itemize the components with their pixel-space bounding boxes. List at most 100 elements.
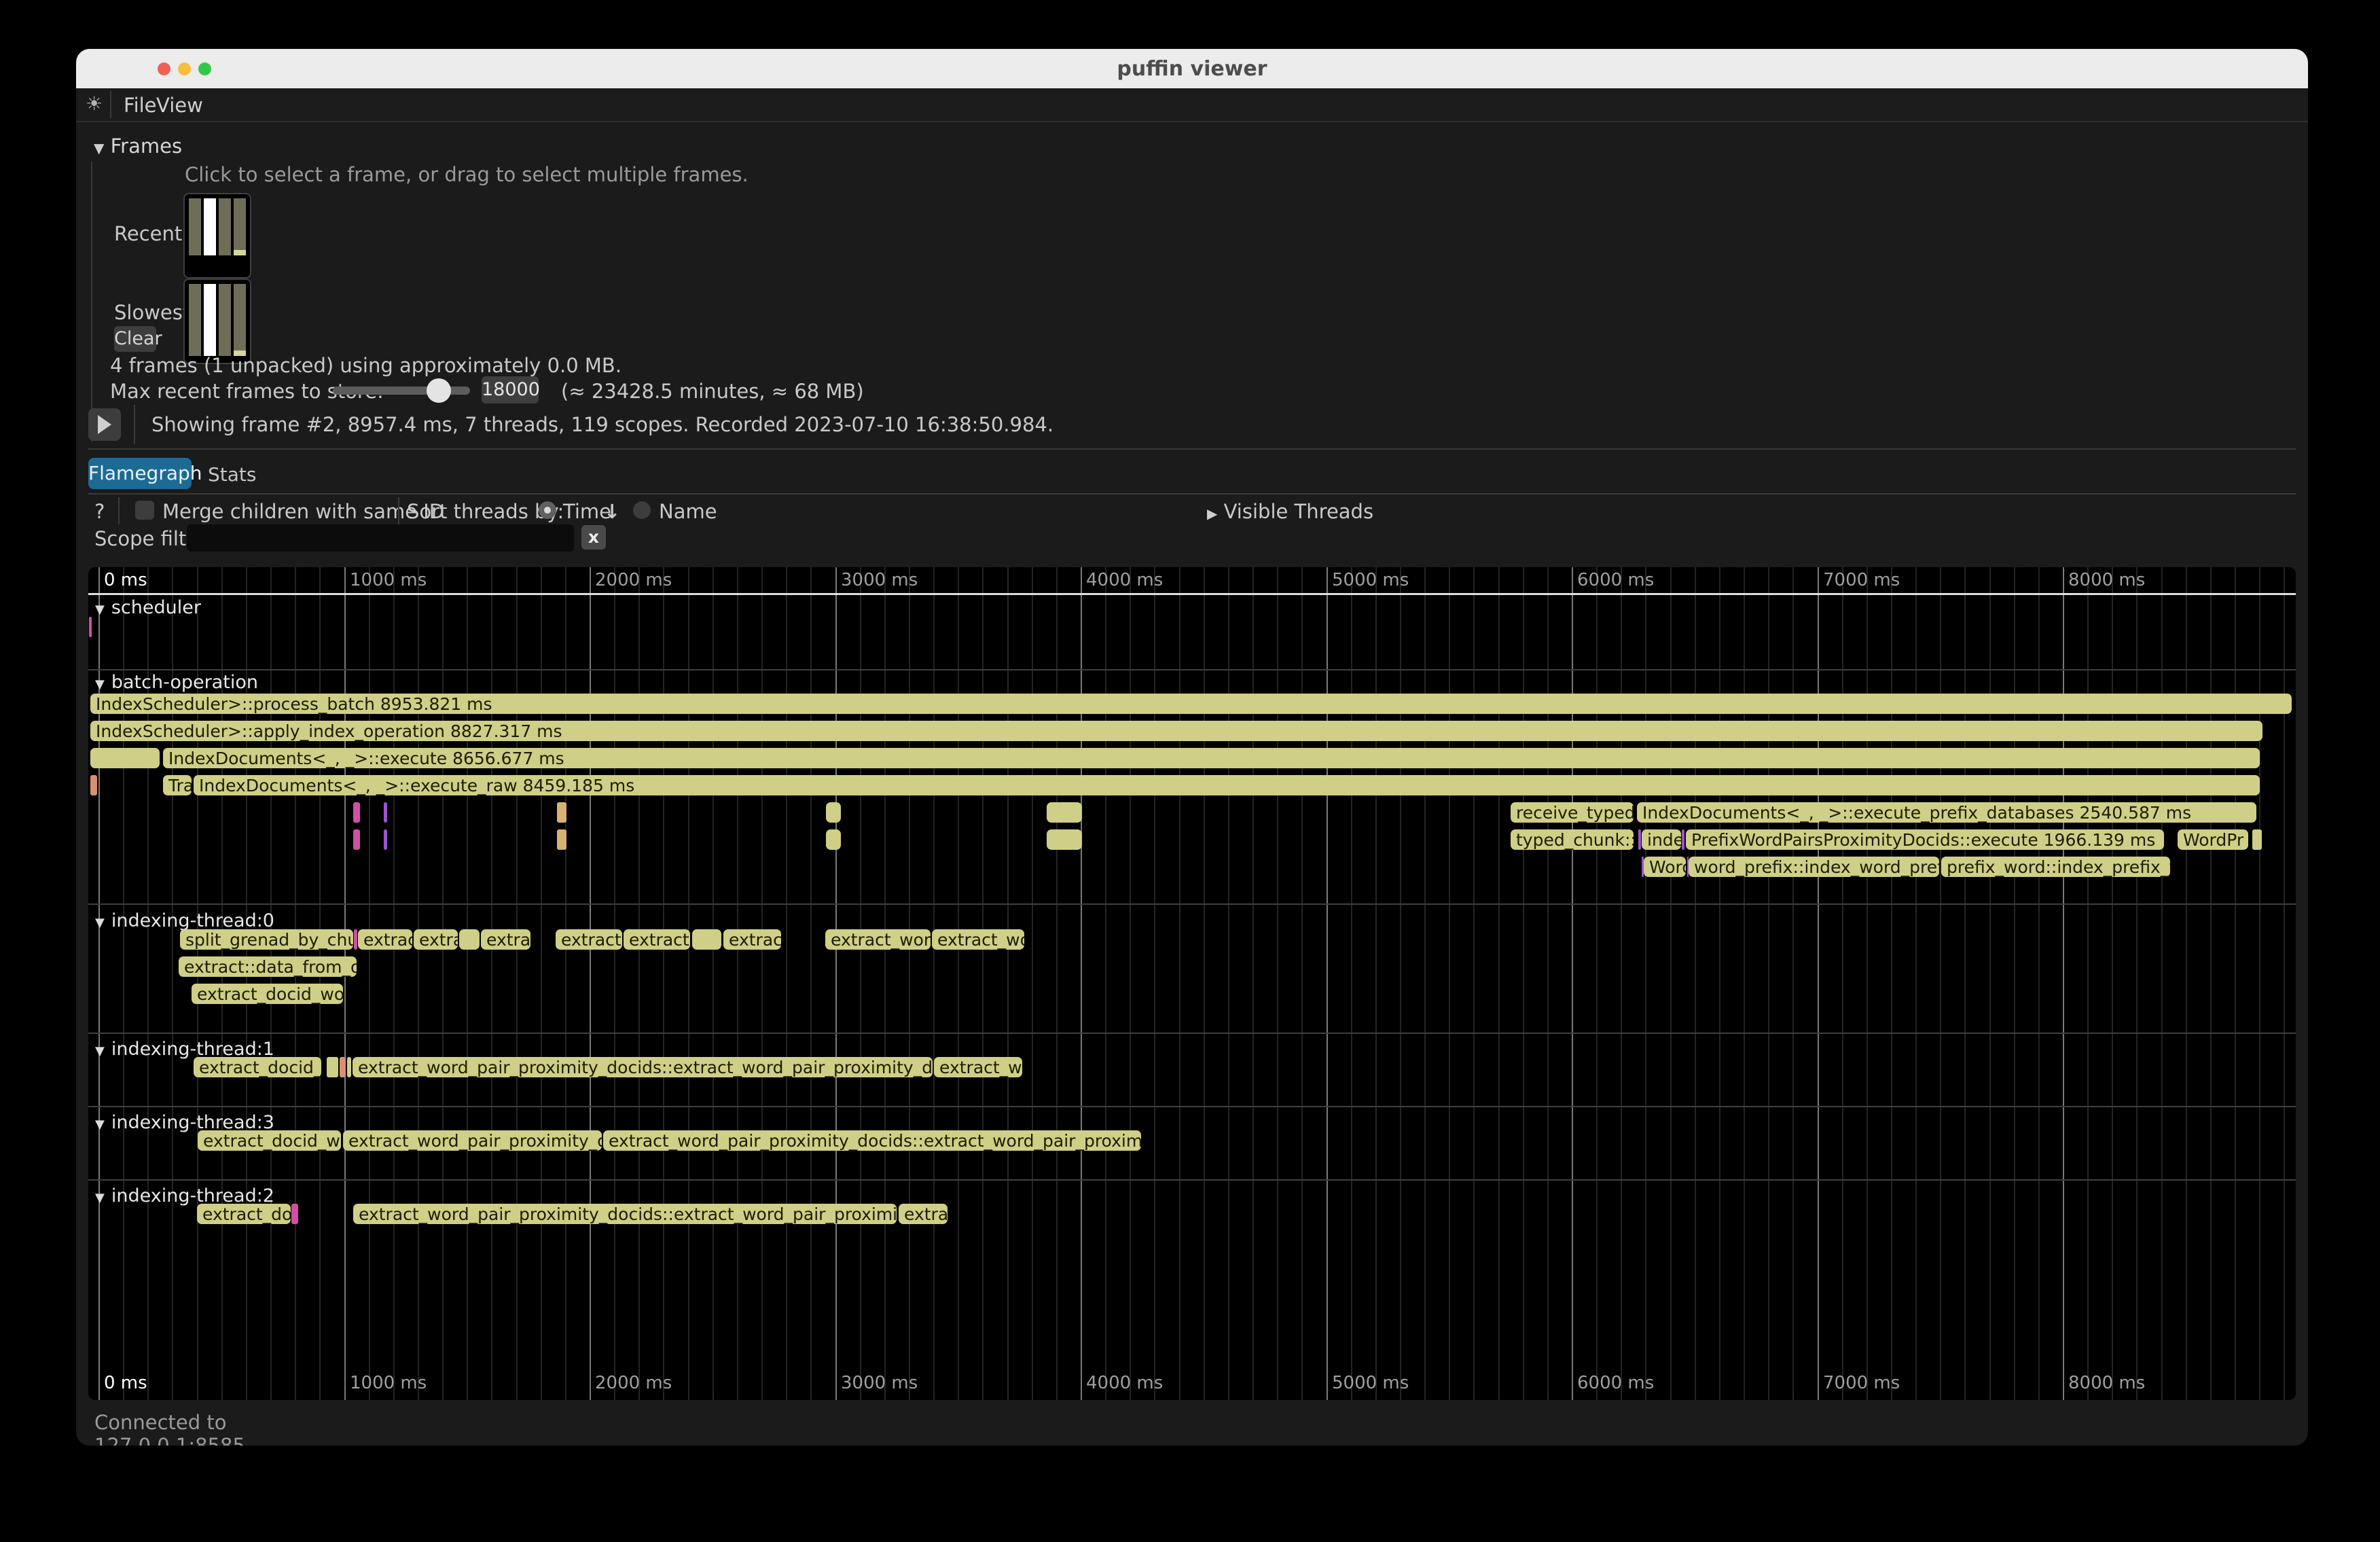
frame-thumb-bar[interactable] <box>204 284 216 356</box>
marker-bar[interactable] <box>384 802 387 823</box>
scope-bar[interactable]: extract_ <box>624 929 690 950</box>
max-frames-value[interactable]: 18000 <box>482 376 539 404</box>
scope-bar[interactable]: receive_typed_ <box>1511 802 1634 823</box>
scope-bar[interactable] <box>90 748 160 768</box>
thread-header[interactable]: ▼scheduler <box>95 597 201 618</box>
scope-bar[interactable]: WordPr <box>2178 829 2248 850</box>
scope-bar[interactable]: extrac <box>899 1204 948 1224</box>
scope-bar[interactable]: extract_wo <box>932 929 1024 950</box>
frame-thumb-bar[interactable] <box>204 198 216 255</box>
axis-label: 8000 ms <box>2068 1373 2145 1393</box>
clear-button[interactable]: Clear <box>114 326 156 352</box>
scope-bar[interactable]: extract_word_pair_proximity_docids <box>343 1130 602 1151</box>
menu-file[interactable]: File <box>124 94 157 117</box>
recent-frames-thumbnail[interactable] <box>183 193 251 279</box>
tab-stats[interactable]: Stats <box>208 463 256 486</box>
scope-bar[interactable]: extract <box>358 929 412 950</box>
scope-bar[interactable]: IndexScheduler>::apply_index_operation 8… <box>90 721 2262 741</box>
scope-bar[interactable] <box>826 829 841 850</box>
scope-bar[interactable]: extract_word_pair_proximity_docids::extr… <box>603 1130 1141 1151</box>
scope-bar[interactable]: extract_wo <box>934 1057 1022 1077</box>
grid-line-minor <box>1670 567 1672 1400</box>
scope-bar[interactable] <box>2252 829 2262 850</box>
scope-bar[interactable]: extract_doc <box>197 1204 291 1224</box>
scope-bar[interactable]: extract_docid_word <box>192 984 343 1004</box>
scope-bar[interactable]: extrac <box>481 929 530 950</box>
sun-icon[interactable]: ☀ <box>86 92 103 115</box>
scope-bar[interactable]: extra <box>414 929 458 950</box>
frame-thumb-bar[interactable] <box>189 284 201 356</box>
marker-bar[interactable] <box>557 829 566 850</box>
scope-bar[interactable] <box>1047 802 1082 823</box>
marker-bar[interactable] <box>353 829 360 850</box>
frame-thumb-bar[interactable] <box>189 198 201 255</box>
scope-bar[interactable] <box>459 929 480 950</box>
grid-line-minor <box>2259 567 2260 1400</box>
marker-bar[interactable] <box>557 802 566 823</box>
grid-line-minor <box>2235 567 2236 1400</box>
scope-bar[interactable]: split_grenad_by_chun <box>180 929 353 950</box>
frame-thumb-bar[interactable] <box>234 198 246 255</box>
scope-bar[interactable] <box>826 802 841 823</box>
flamegraph-panel[interactable]: 0 ms0 ms1000 ms1000 ms2000 ms2000 ms3000… <box>88 567 2296 1400</box>
frame-thumb-bar[interactable] <box>234 284 246 356</box>
help-button[interactable]: ? <box>94 500 105 523</box>
scope-bar[interactable]: extract_docid_word <box>194 1057 321 1077</box>
marker-bar[interactable] <box>90 775 97 795</box>
scope-filter-input[interactable] <box>187 524 574 552</box>
scope-bar[interactable] <box>347 1057 351 1077</box>
scope-bar[interactable]: word_prefix::index_word_prefix_ <box>1689 857 1939 877</box>
play-button[interactable] <box>88 408 121 441</box>
frame-thumb-bar[interactable] <box>219 198 231 255</box>
scope-bar[interactable] <box>692 929 721 950</box>
axis-label: 7000 ms <box>1823 570 1900 590</box>
scope-bar[interactable]: IndexScheduler>::process_batch 8953.821 … <box>90 694 2292 714</box>
axis-label: 0 ms <box>104 1373 147 1393</box>
grid-line-minor <box>1867 567 1868 1400</box>
scope-bar[interactable]: IndexDocuments<_, _>::execute_raw 8459.1… <box>194 775 2260 795</box>
frame-thumb-bar[interactable] <box>219 284 231 356</box>
scope-bar[interactable]: Trans <box>163 775 192 795</box>
marker-bar[interactable] <box>340 1057 346 1077</box>
slider-knob[interactable] <box>427 378 451 403</box>
scope-bar[interactable]: IndexDocuments<_, _>::execute 8656.677 m… <box>163 748 2260 768</box>
scope-bar[interactable] <box>1047 829 1082 850</box>
grid-line-minor <box>1744 567 1745 1400</box>
scope-bar[interactable]: extract_docid_word <box>198 1130 341 1151</box>
thread-header[interactable]: ▼batch-operation <box>95 672 258 693</box>
scope-bar[interactable]: typed_chunk::w <box>1511 829 1634 850</box>
sort-by-time-radio[interactable] <box>539 501 556 519</box>
marker-bar[interactable] <box>353 802 360 823</box>
marker-bar[interactable] <box>291 1204 298 1224</box>
merge-children-checkbox[interactable] <box>135 501 154 520</box>
scope-bar[interactable] <box>327 1057 338 1077</box>
tab-flamegraph[interactable]: Flamegraph <box>88 458 192 489</box>
clear-filter-button[interactable]: x <box>581 525 606 550</box>
marker-bar[interactable] <box>384 829 387 850</box>
slowest-frames-thumbnail[interactable] <box>183 279 251 364</box>
scope-bar[interactable]: extract <box>723 929 781 950</box>
sort-by-name-radio[interactable] <box>633 501 651 519</box>
indent-line <box>91 162 92 442</box>
scope-bar[interactable]: extract_ <box>556 929 622 950</box>
frames-collapse-header[interactable]: ▼ Frames <box>94 135 182 158</box>
menu-view[interactable]: View <box>156 94 203 117</box>
scope-bar[interactable]: extract::data_from_ob <box>179 956 357 977</box>
scope-bar[interactable]: prefix_word::index_prefix_wo <box>1941 857 2170 877</box>
scope-bar[interactable]: extract_word_pair_proximity_docids::extr… <box>353 1204 897 1224</box>
scope-bar[interactable]: Word <box>1644 857 1686 877</box>
grid-line-minor <box>1792 567 1794 1400</box>
chevron-right-icon: ▶ <box>1207 505 1217 522</box>
marker-bar[interactable] <box>89 617 92 637</box>
scope-bar[interactable]: extract_word <box>825 929 931 950</box>
scope-bar[interactable]: index <box>1642 829 1681 850</box>
chevron-down-icon: ▼ <box>95 916 105 930</box>
scope-bar[interactable]: extract_word_pair_proximity_docids::extr… <box>353 1057 933 1077</box>
visible-threads-collapse-header[interactable]: ▶ Visible Threads <box>1207 500 1373 523</box>
scope-bar[interactable]: IndexDocuments<_, _>::execute_prefix_dat… <box>1637 802 2256 823</box>
marker-bar[interactable] <box>1638 829 1641 850</box>
scope-bar[interactable]: PrefixWordPairsProximityDocids::execute … <box>1686 829 2164 850</box>
marker-bar[interactable] <box>354 929 357 950</box>
thread-header[interactable]: ▼indexing-thread:0 <box>95 910 274 931</box>
marker-bar[interactable] <box>1682 829 1684 850</box>
